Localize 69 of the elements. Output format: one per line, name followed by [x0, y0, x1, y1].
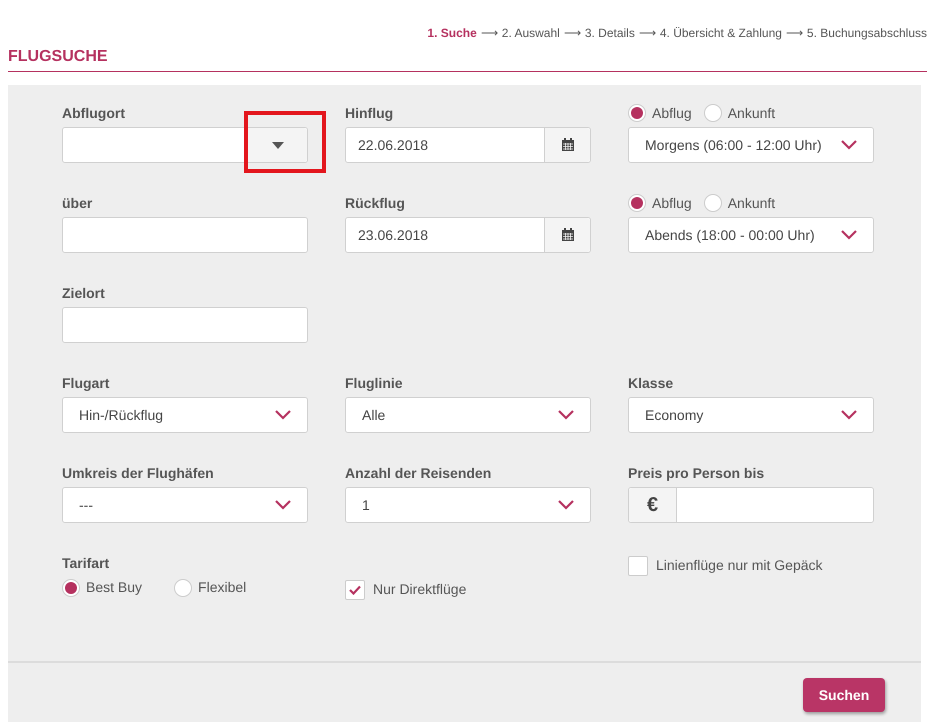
step-arrow: ⟶ [786, 25, 803, 42]
page-title: FLUGSUCHE [8, 44, 927, 72]
select-field[interactable]: Alle [345, 397, 591, 433]
date-field[interactable]: 23.06.2018 [345, 217, 591, 253]
price-field[interactable]: € [628, 487, 874, 523]
text-field[interactable] [62, 307, 308, 343]
wizard-step: 4. Übersicht & Zahlung [660, 24, 782, 42]
radio-button[interactable] [62, 578, 80, 596]
dropdown-button[interactable] [247, 128, 307, 162]
radio-button[interactable] [628, 194, 646, 212]
calendar-icon [560, 138, 574, 152]
field-label: Abflugort [62, 104, 126, 123]
radio-label: Abflug [652, 104, 692, 123]
chevron-down-icon [558, 500, 574, 510]
wizard-step: 2. Auswahl [502, 24, 560, 42]
text-field[interactable] [62, 217, 308, 253]
calendar-button[interactable] [544, 218, 590, 252]
chevron-down-icon [275, 500, 291, 510]
radio-label: Flexibel [198, 578, 246, 597]
select-field[interactable]: 1 [345, 487, 591, 523]
checkbox[interactable] [628, 556, 648, 576]
field-label: Preis pro Person bis [628, 464, 766, 483]
radio-button[interactable] [174, 578, 192, 596]
select-field[interactable]: Hin-/Rückflug [62, 397, 308, 433]
date-field[interactable]: 22.06.2018 [345, 127, 591, 163]
radio-button[interactable] [704, 104, 722, 122]
field-label: Zielort [62, 284, 106, 303]
step-arrow: ⟶ [638, 25, 656, 42]
check-icon [349, 584, 361, 594]
field-label: Klasse [628, 374, 674, 393]
step-arrow: ⟶ [480, 25, 498, 42]
combo-field[interactable] [62, 127, 308, 163]
field-label: Hinflug [345, 104, 394, 123]
wizard-step: 5. Buchungsabschluss [806, 24, 927, 42]
step-arrow: ⟶ [564, 25, 581, 42]
currency-addon: € [629, 488, 677, 522]
radio-label: Best Buy [86, 578, 142, 597]
chevron-down-icon [841, 410, 857, 420]
select-field[interactable]: --- [62, 487, 308, 523]
field-label: Tarifart [62, 554, 110, 573]
select-field[interactable]: Economy [628, 397, 874, 433]
calendar-button[interactable] [544, 128, 590, 162]
field-label: Anzahl der Reisenden [345, 464, 492, 483]
field-label: Flugart [62, 374, 110, 393]
radio-label: Ankunft [728, 104, 776, 122]
chevron-down-icon [841, 230, 857, 240]
field-label: über [62, 194, 94, 213]
field-label: Rückflug [345, 194, 406, 213]
caret-icon [272, 142, 284, 148]
radio-button[interactable] [628, 104, 646, 122]
radio-label: Abflug [652, 194, 692, 213]
field-label: Fluglinie [345, 374, 404, 393]
radio-button[interactable] [704, 194, 722, 212]
search-button[interactable]: Suchen [803, 678, 885, 712]
radio-label: Ankunft [728, 194, 776, 212]
calendar-icon [560, 228, 574, 242]
chevron-down-icon [275, 410, 291, 420]
checkbox-label: Nur Direktflüge [373, 580, 466, 599]
wizard-step: 3. Details [584, 24, 635, 42]
time-select[interactable]: Abends (18:00 - 00:00 Uhr) [628, 217, 874, 253]
chevron-down-icon [558, 410, 574, 420]
time-select[interactable]: Morgens (06:00 - 12:00 Uhr) [628, 127, 874, 163]
checkbox-label: Linienflüge nur mit Gepäck [656, 556, 823, 575]
field-label: Umkreis der Flughäfen [62, 464, 215, 483]
date-value: 23.06.2018 [357, 226, 430, 244]
date-value: 22.06.2018 [357, 136, 430, 154]
checkbox[interactable] [345, 580, 365, 600]
chevron-down-icon [841, 140, 857, 150]
wizard-step: 1. Suche [427, 24, 477, 42]
